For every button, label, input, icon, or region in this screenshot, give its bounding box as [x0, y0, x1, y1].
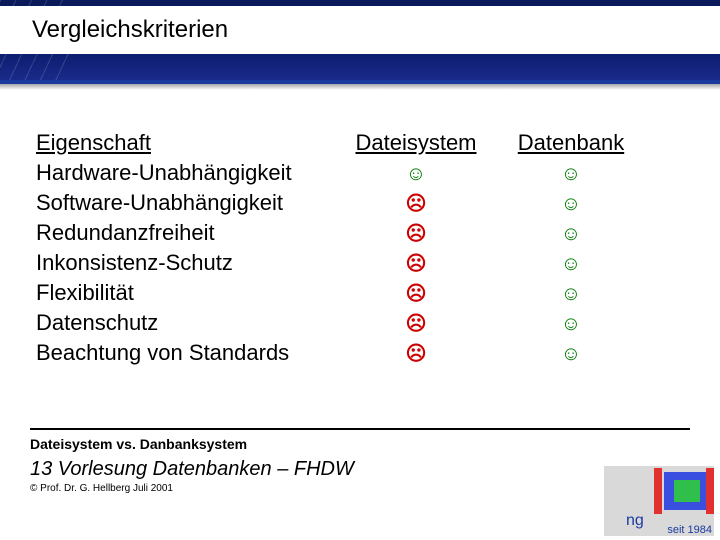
filesystem-cell: ☹ [336, 220, 496, 246]
slide-header: Vergleichskriterien [0, 0, 720, 84]
database-cell: ☺ [496, 160, 646, 186]
smile-icon: ☺ [559, 252, 583, 276]
header-database: Datenbank [496, 130, 646, 156]
smile-icon: ☺ [559, 162, 583, 186]
database-cell: ☺ [496, 220, 646, 246]
slide-content: Eigenschaft Dateisystem Datenbank Hardwa… [0, 84, 720, 368]
filesystem-cell: ☺ [336, 160, 496, 186]
footer-copyright: © Prof. Dr. G. Hellberg Juli 2001 [30, 483, 690, 494]
smile-icon: ☺ [559, 312, 583, 336]
table-header-row: Eigenschaft Dateisystem Datenbank [36, 128, 684, 158]
frown-icon: ☹ [404, 222, 428, 246]
smile-icon: ☺ [404, 162, 428, 186]
filesystem-cell: ☹ [336, 190, 496, 216]
frown-icon: ☹ [404, 252, 428, 276]
property-cell: Software-Unabhängigkeit [36, 190, 336, 216]
frown-icon: ☹ [404, 282, 428, 306]
smile-icon: ☺ [559, 342, 583, 366]
logo-graphic: ng seit 1984 [604, 466, 714, 536]
table-row: Redundanzfreiheit ☹ ☺ [36, 218, 684, 248]
database-cell: ☺ [496, 280, 646, 306]
database-cell: ☺ [496, 340, 646, 366]
table-row: Flexibilität ☹ ☺ [36, 278, 684, 308]
title-row: Vergleichskriterien [0, 6, 720, 54]
smile-icon: ☺ [559, 222, 583, 246]
frown-icon: ☹ [404, 342, 428, 366]
smile-icon: ☺ [559, 282, 583, 306]
filesystem-cell: ☹ [336, 340, 496, 366]
property-cell: Redundanzfreiheit [36, 220, 336, 246]
smile-icon: ☺ [559, 192, 583, 216]
property-cell: Datenschutz [36, 310, 336, 336]
table-row: Datenschutz ☹ ☺ [36, 308, 684, 338]
table-row: Hardware-Unabhängigkeit ☺ ☺ [36, 158, 684, 188]
table-row: Inkonsistenz-Schutz ☹ ☺ [36, 248, 684, 278]
slide-title: Vergleichskriterien [32, 16, 228, 44]
property-cell: Beachtung von Standards [36, 340, 336, 366]
database-cell: ☺ [496, 250, 646, 276]
property-cell: Inkonsistenz-Schutz [36, 250, 336, 276]
logo-text-fragment: ng [626, 512, 644, 530]
property-cell: Hardware-Unabhängigkeit [36, 160, 336, 186]
footer-divider [30, 428, 690, 430]
property-cell: Flexibilität [36, 280, 336, 306]
footer-section-title: Dateisystem vs. Danbanksystem [30, 436, 690, 452]
filesystem-cell: ☹ [336, 280, 496, 306]
header-filesystem: Dateisystem [336, 130, 496, 156]
database-cell: ☺ [496, 190, 646, 216]
header-property: Eigenschaft [36, 130, 336, 156]
filesystem-cell: ☹ [336, 310, 496, 336]
frown-icon: ☹ [404, 192, 428, 216]
database-cell: ☺ [496, 310, 646, 336]
logo-since-text: seit 1984 [667, 524, 712, 536]
table-row: Beachtung von Standards ☹ ☺ [36, 338, 684, 368]
frown-icon: ☹ [404, 312, 428, 336]
comparison-table: Eigenschaft Dateisystem Datenbank Hardwa… [36, 128, 684, 368]
table-row: Software-Unabhängigkeit ☹ ☺ [36, 188, 684, 218]
footer-lecture-title: 13 Vorlesung Datenbanken – FHDW [30, 458, 690, 481]
filesystem-cell: ☹ [336, 250, 496, 276]
